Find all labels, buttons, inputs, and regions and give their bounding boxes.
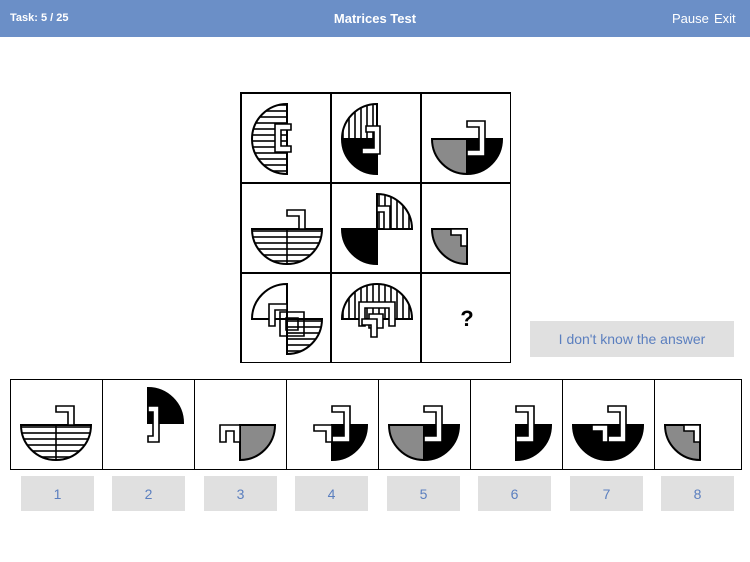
answer-option-6[interactable]: [471, 380, 563, 470]
answer-button-2[interactable]: 2: [112, 476, 185, 511]
answer-button-7[interactable]: 7: [570, 476, 643, 511]
answer-option-3[interactable]: [195, 380, 287, 470]
pause-button[interactable]: Pause: [672, 11, 709, 26]
matrix-cell-missing: ?: [421, 273, 511, 363]
answer-button-6[interactable]: 6: [478, 476, 551, 511]
dont-know-button[interactable]: I don't know the answer: [530, 321, 734, 357]
matrix-cell: [241, 273, 331, 363]
answer-option-1[interactable]: [11, 380, 103, 470]
matrix-cell: [331, 183, 421, 273]
answer-options: [10, 379, 742, 470]
answer-button-4[interactable]: 4: [295, 476, 368, 511]
answer-button-3[interactable]: 3: [204, 476, 277, 511]
matrix-cell: [421, 93, 511, 183]
matrix-cell: [421, 183, 511, 273]
top-bar: Task: 5 / 25 Matrices Test Pause Exit: [0, 0, 750, 37]
matrix-cell: [331, 93, 421, 183]
question-mark: ?: [460, 306, 474, 331]
matrix-grid: ?: [240, 92, 511, 363]
answer-option-2[interactable]: [103, 380, 195, 470]
answer-option-4[interactable]: [287, 380, 379, 470]
answer-option-8[interactable]: [655, 380, 741, 470]
exit-button[interactable]: Exit: [714, 11, 736, 26]
matrix-cell: [241, 183, 331, 273]
answer-button-8[interactable]: 8: [661, 476, 734, 511]
answer-button-5[interactable]: 5: [387, 476, 460, 511]
matrix-cell: [331, 273, 421, 363]
matrix-cell: [241, 93, 331, 183]
answer-option-7[interactable]: [563, 380, 655, 470]
page-title: Matrices Test: [333, 11, 417, 26]
answer-option-5[interactable]: [379, 380, 471, 470]
answer-button-1[interactable]: 1: [21, 476, 94, 511]
